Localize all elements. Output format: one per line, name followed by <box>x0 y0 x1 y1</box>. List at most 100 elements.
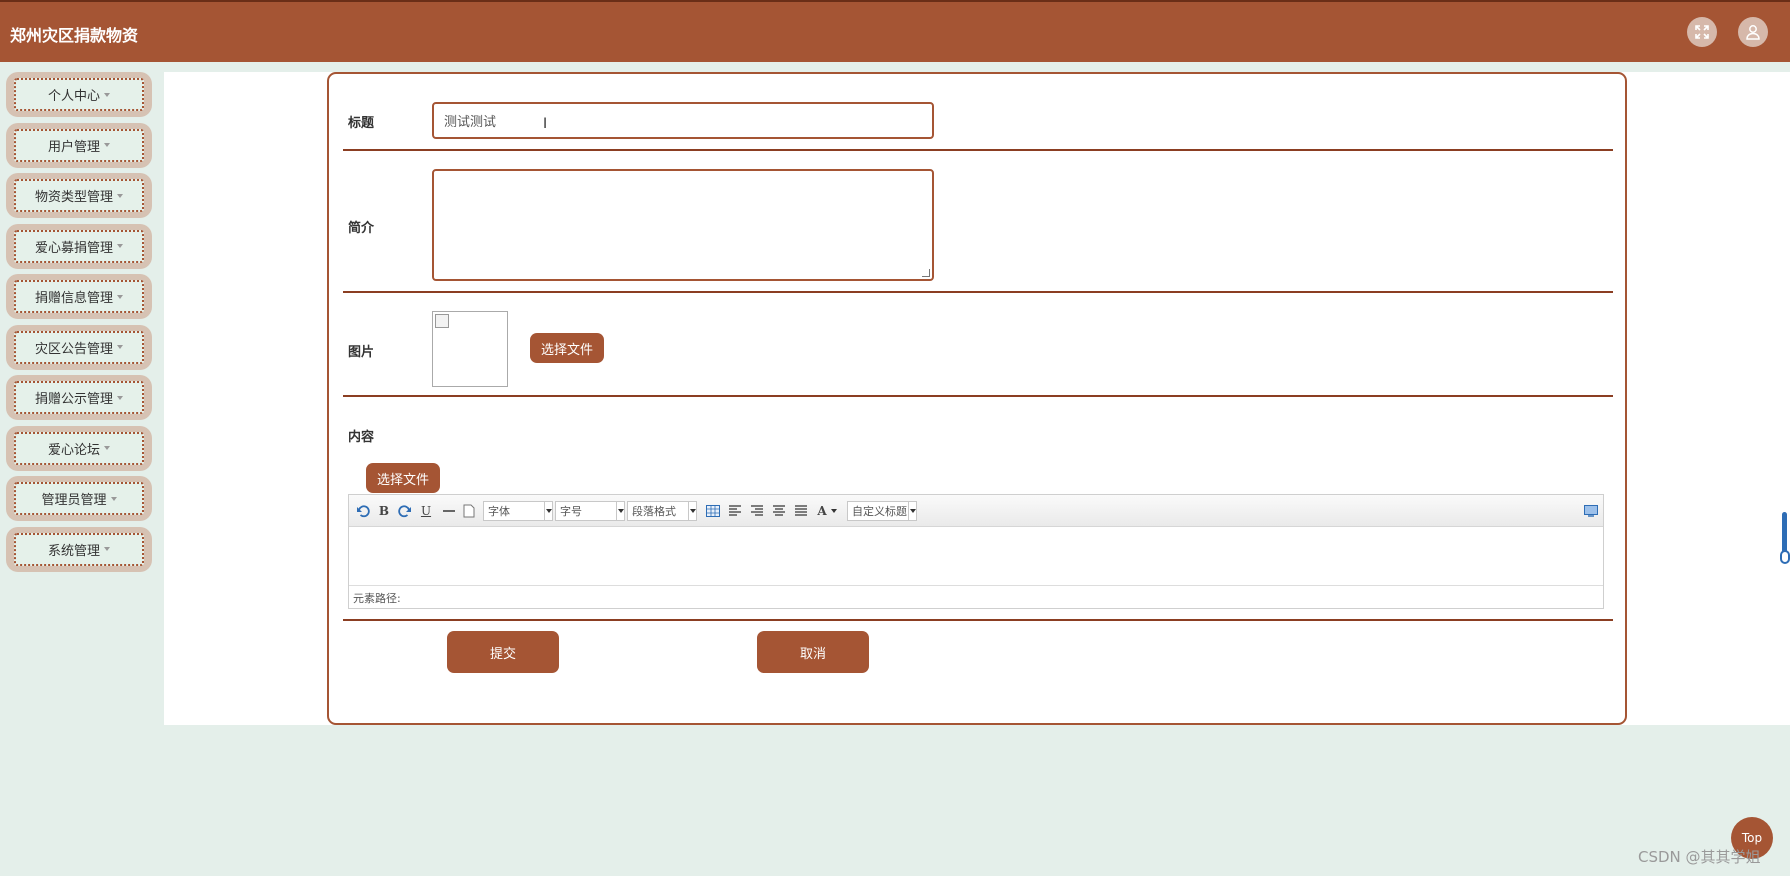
caret-down-icon <box>830 509 837 513</box>
font-family-select[interactable]: 字体 <box>483 501 553 521</box>
dropdown-arrow-icon <box>616 502 624 520</box>
row-divider <box>343 149 1613 151</box>
horizontal-rule-button[interactable] <box>441 503 457 519</box>
caret-down-icon <box>104 92 110 97</box>
intro-textarea[interactable] <box>432 169 934 281</box>
content-choose-file-button[interactable]: 选择文件 <box>366 463 440 493</box>
sidebar-item-admin-management[interactable]: 管理员管理 <box>6 476 152 521</box>
sidebar-item-label: 个人中心 <box>47 89 100 104</box>
underline-button[interactable]: U <box>419 503 433 519</box>
sidebar-item-material-type[interactable]: 物资类型管理 <box>6 173 152 218</box>
user-icon <box>1746 25 1760 40</box>
sidebar-item-label: 管理员管理 <box>41 493 107 508</box>
undo-icon <box>357 505 370 518</box>
watermark-text: CSDN @其其学姐 <box>1638 848 1761 866</box>
intro-label: 简介 <box>348 221 375 236</box>
font-size-value: 字号 <box>560 505 582 518</box>
cancel-button[interactable]: 取消 <box>757 631 869 673</box>
sidebar-item-label: 爱心论坛 <box>47 442 100 458</box>
sidebar-item-label: 物资类型管理 <box>34 190 113 205</box>
custom-heading-select[interactable]: 自定义标题 <box>847 501 917 521</box>
content-label: 内容 <box>348 430 375 445</box>
row-divider <box>343 395 1613 397</box>
font-family-value: 字体 <box>488 505 510 518</box>
align-center-icon <box>773 505 785 516</box>
caret-down-icon <box>117 345 123 349</box>
scrollbar-handle[interactable] <box>1780 550 1790 564</box>
edit-form: 标题 测试测试 I 简介 图片 选择文件 内容 选择文件 B U 字体 字号 段… <box>327 72 1627 725</box>
insert-table-button[interactable] <box>705 503 721 519</box>
table-icon <box>706 505 720 517</box>
sidebar-item-donation-info[interactable]: 捐赠信息管理 <box>6 274 152 319</box>
sidebar-item-label: 灾区公告管理 <box>34 341 113 357</box>
editor-toolbar: B U 字体 字号 段落格式 A 自定义标题 <box>349 495 1603 527</box>
sidebar-item-label: 系统管理 <box>47 543 100 559</box>
caret-down-icon <box>117 294 123 299</box>
bold-button[interactable]: B <box>377 503 391 519</box>
app-title: 郑州灾区捐款物资 <box>10 26 139 45</box>
align-left-button[interactable] <box>727 503 743 519</box>
redo-icon <box>398 505 411 518</box>
document-icon <box>463 504 475 518</box>
caret-down-icon <box>117 244 123 248</box>
sidebar-item-user-management[interactable]: 用户管理 <box>6 122 152 168</box>
align-justify-button[interactable] <box>793 503 809 519</box>
sidebar-item-system-management[interactable]: 系统管理 <box>6 526 152 572</box>
caret-down-icon <box>117 395 123 400</box>
row-divider <box>343 619 1613 621</box>
align-justify-icon <box>795 505 807 516</box>
text-cursor-icon: I <box>543 116 548 132</box>
sidebar-item-label: 爱心募捐管理 <box>34 240 113 256</box>
sidebar-item-disaster-notice[interactable]: 灾区公告管理 <box>6 324 152 370</box>
sidebar-item-forum[interactable]: 爱心论坛 <box>6 425 152 471</box>
top-header: 郑州灾区捐款物资 <box>0 0 1790 62</box>
element-path-bar: 元素路径: <box>349 585 1603 607</box>
font-color-label: A <box>817 504 827 518</box>
font-color-button[interactable]: A <box>815 503 839 519</box>
sidebar-item-label: 捐赠公示管理 <box>34 392 113 407</box>
dropdown-arrow-icon <box>544 502 552 520</box>
sidebar-item-donation-public[interactable]: 捐赠公示管理 <box>6 375 152 420</box>
broken-image-icon <box>435 314 449 328</box>
source-view-button[interactable] <box>1583 503 1599 519</box>
sidebar-item-label: 用户管理 <box>47 139 100 155</box>
horizontal-rule-icon <box>443 510 455 512</box>
row-divider <box>343 291 1613 293</box>
caret-down-icon <box>110 496 117 501</box>
fullscreen-button[interactable] <box>1687 17 1717 47</box>
resize-grip-icon[interactable] <box>922 269 930 277</box>
sidebar-item-personal-center[interactable]: 个人中心 <box>6 72 152 117</box>
new-document-button[interactable] <box>462 503 476 519</box>
font-size-select[interactable]: 字号 <box>555 501 625 521</box>
rich-text-editor: B U 字体 字号 段落格式 A 自定义标题 元素路径: <box>348 494 1604 609</box>
fullscreen-icon <box>1695 25 1709 39</box>
submit-button[interactable]: 提交 <box>447 631 559 673</box>
sidebar-item-label: 捐赠信息管理 <box>34 291 113 306</box>
sidebar-menu: 个人中心 用户管理 物资类型管理 爱心募捐管理 捐赠信息管理 灾区公告管理 捐赠… <box>6 72 154 577</box>
align-left-icon <box>729 505 741 516</box>
image-label: 图片 <box>348 345 375 360</box>
caret-down-icon <box>117 193 123 198</box>
caret-down-icon <box>104 547 110 551</box>
caret-down-icon <box>104 446 110 450</box>
title-label: 标题 <box>348 116 375 131</box>
preview-icon <box>1584 505 1598 517</box>
align-center-button[interactable] <box>771 503 787 519</box>
dropdown-arrow-icon <box>908 502 916 520</box>
title-input[interactable]: 测试测试 <box>432 102 934 139</box>
image-choose-file-button[interactable]: 选择文件 <box>530 333 604 363</box>
undo-button[interactable] <box>355 503 371 519</box>
caret-down-icon <box>104 143 110 147</box>
title-input-value: 测试测试 <box>444 115 497 130</box>
redo-button[interactable] <box>397 503 413 519</box>
paragraph-format-value: 段落格式 <box>632 505 676 518</box>
sidebar-item-fundraising[interactable]: 爱心募捐管理 <box>6 223 152 269</box>
paragraph-format-select[interactable]: 段落格式 <box>627 501 697 521</box>
align-right-button[interactable] <box>749 503 765 519</box>
image-preview <box>432 311 508 387</box>
align-right-icon <box>751 505 763 516</box>
editor-content-area[interactable] <box>349 527 1603 585</box>
custom-heading-value: 自定义标题 <box>852 505 907 518</box>
dropdown-arrow-icon <box>688 502 696 520</box>
user-menu-button[interactable] <box>1738 17 1768 47</box>
